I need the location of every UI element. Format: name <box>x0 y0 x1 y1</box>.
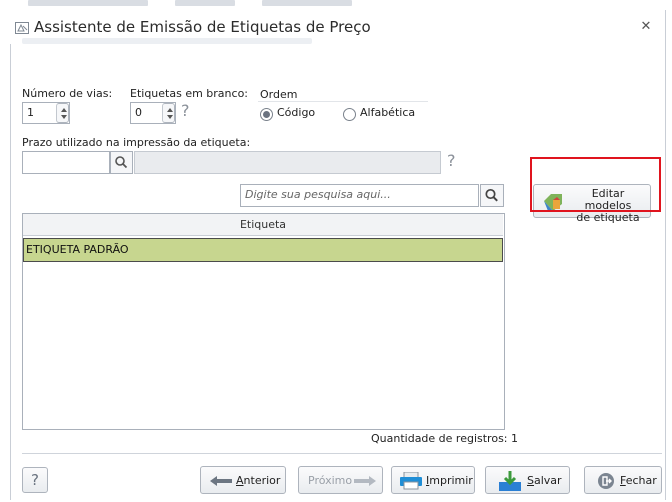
background-strip <box>0 0 672 10</box>
fechar-button[interactable]: Fechar <box>584 466 662 494</box>
highlight-box <box>530 157 661 212</box>
fechar-label: Fechar <box>620 474 657 487</box>
ordem-divider <box>258 101 428 102</box>
salvar-label: Salvar <box>527 474 562 487</box>
grid-cell-etiqueta: ETIQUETA PADRÃO <box>26 243 129 256</box>
branco-value: 0 <box>135 106 142 119</box>
branco-help-icon[interactable]: ? <box>181 101 190 120</box>
search-input[interactable]: Digite sua pesquisa aqui... <box>240 184 479 207</box>
branco-spinner[interactable]: 0 <box>130 102 176 124</box>
anterior-label: Anterior <box>236 474 281 487</box>
imprimir-label: Imprimir <box>426 474 473 487</box>
help-button[interactable]: ? <box>22 467 48 493</box>
ordem-codigo-label[interactable]: Código <box>277 106 315 119</box>
table-row[interactable]: ETIQUETA PADRÃO <box>23 238 503 262</box>
search-icon <box>115 156 128 169</box>
background-ghost <box>28 0 148 6</box>
prazo-help-icon[interactable]: ? <box>447 151 456 170</box>
vias-label: Número de vias: <box>22 87 113 100</box>
branco-label: Etiquetas em branco: <box>130 87 249 100</box>
background-ghost <box>262 0 352 6</box>
imprimir-button[interactable]: Imprimir <box>391 466 475 494</box>
prazo-code-input[interactable] <box>22 151 110 174</box>
search-icon <box>485 188 498 202</box>
salvar-button[interactable]: Salvar <box>485 466 570 494</box>
proximo-button[interactable]: Próximo <box>298 466 383 494</box>
record-count: Quantidade de registros: 1 <box>371 432 519 445</box>
ordem-alfabetica-label[interactable]: Alfabética <box>360 106 415 119</box>
prazo-description-field <box>134 151 441 174</box>
exit-icon <box>598 473 614 489</box>
wizard-icon <box>15 22 29 34</box>
prazo-search-button[interactable] <box>110 151 133 174</box>
printer-icon <box>400 472 422 490</box>
prazo-label: Prazo utilizado na impressão da etiqueta… <box>22 136 251 149</box>
close-icon[interactable]: ✕ <box>638 19 654 35</box>
background-ghost <box>175 0 235 6</box>
anterior-button[interactable]: Anterior <box>200 466 286 494</box>
arrow-right-icon <box>354 476 376 486</box>
faded-subtitle <box>22 38 312 44</box>
vias-value: 1 <box>27 106 34 119</box>
arrow-left-icon <box>210 476 232 486</box>
proximo-label: Próximo <box>308 474 353 487</box>
ordem-alfabetica-radio[interactable] <box>343 108 356 121</box>
help-icon: ? <box>31 471 39 489</box>
window-title: Assistente de Emissão de Etiquetas de Pr… <box>34 18 371 36</box>
branco-spin-buttons[interactable] <box>162 103 175 123</box>
download-save-icon <box>499 471 521 491</box>
vias-spin-buttons[interactable] <box>56 103 69 123</box>
footer-separator <box>22 453 662 454</box>
ordem-label: Ordem <box>260 88 298 101</box>
search-placeholder: Digite sua pesquisa aqui... <box>245 188 391 201</box>
search-button[interactable] <box>480 184 504 207</box>
ordem-codigo-radio[interactable] <box>260 108 273 121</box>
grid-column-etiqueta[interactable]: Etiqueta <box>23 214 503 236</box>
vias-spinner[interactable]: 1 <box>22 102 70 124</box>
edit-models-line2: de etiqueta <box>576 211 640 224</box>
